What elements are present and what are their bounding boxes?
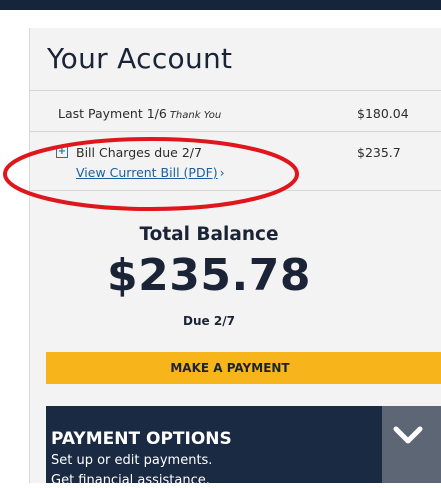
bill-charges-amount: $235.7 [357,145,401,160]
chevron-right-icon: › [219,165,225,180]
last-payment-label: Last Payment 1/6 [58,106,167,121]
account-card: Your Account Last Payment 1/6 Thank You $… [29,28,441,488]
thank-you-note: Thank You [169,110,222,121]
account-header: Your Account [30,28,441,91]
last-payment-row: Last Payment 1/6 Thank You $180.04 [30,91,441,132]
total-balance-value: $235.78 [107,250,311,301]
payment-options-line1: Set up or edit payments. [51,453,213,468]
account-title: Your Account [47,42,233,75]
view-current-bill-label: View Current Bill (PDF) [76,165,218,180]
payment-options-panel[interactable]: PAYMENT OPTIONS Set up or edit payments.… [46,406,382,488]
payment-options-title: PAYMENT OPTIONS [51,429,232,449]
make-payment-label: MAKE A PAYMENT [170,361,290,375]
top-banner [0,0,441,10]
make-payment-button[interactable]: MAKE A PAYMENT [46,352,441,384]
left-margin [0,10,25,483]
bill-charges-row[interactable]: + Bill Charges due 2/7 $235.7 View Curre… [30,132,441,191]
payment-options-toggle[interactable] [382,406,441,483]
last-payment-text: Last Payment 1/6 Thank You [58,106,221,121]
chevron-down-icon [393,426,423,444]
bill-charges-label: Bill Charges due 2/7 [76,145,202,160]
view-current-bill-link[interactable]: View Current Bill (PDF) › [76,165,225,180]
payment-options-line2: Get financial assistance. [51,473,210,488]
last-payment-amount: $180.04 [357,106,409,121]
total-balance-due: Due 2/7 [183,314,235,328]
total-balance-label: Total Balance [139,224,279,245]
plus-box-icon[interactable]: + [56,146,68,158]
